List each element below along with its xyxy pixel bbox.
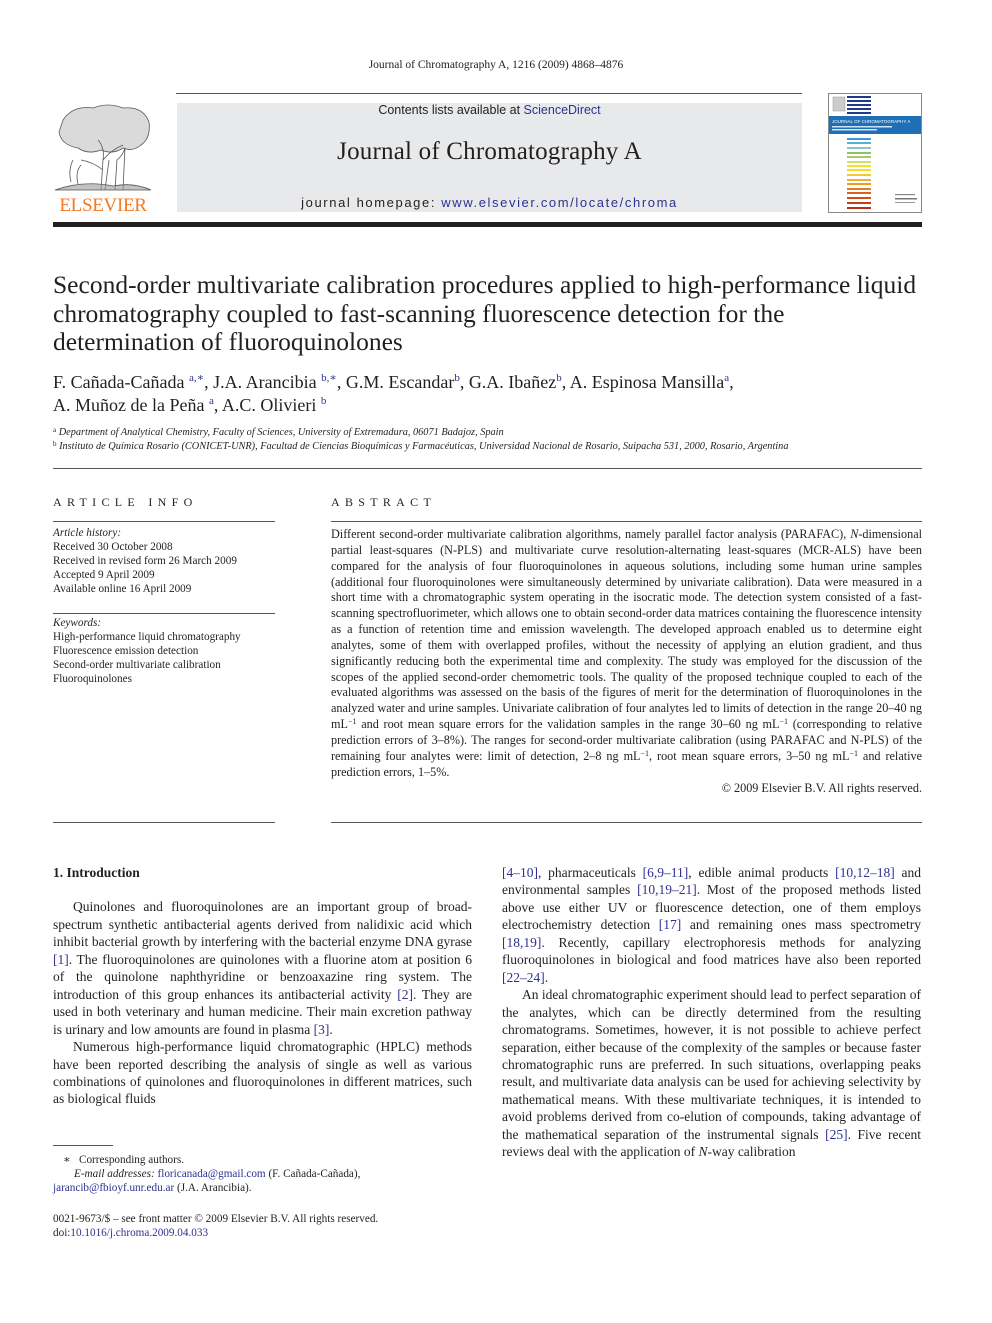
article-history: Article history: Received 30 October 200… xyxy=(53,526,278,596)
abstract-copyright: © 2009 Elsevier B.V. All rights reserved… xyxy=(721,780,922,795)
citation-link[interactable]: [6,9–11] xyxy=(643,865,689,880)
cover-title: JOURNAL OF CHROMATOGRAPHY A xyxy=(832,119,910,124)
citation-link[interactable]: [2] xyxy=(397,987,413,1002)
citation-link[interactable]: [1] xyxy=(53,952,69,967)
author-list: F. Cañada-Cañada a,∗, J.A. Arancibia b,∗… xyxy=(53,372,734,415)
author-affiliation-mark[interactable]: b xyxy=(321,395,327,407)
abstract-divider xyxy=(331,822,922,823)
front-matter-footer: 0021-9673/$ – see front matter © 2009 El… xyxy=(53,1212,483,1240)
article-info-divider xyxy=(53,822,275,823)
author[interactable]: G.A. Ibañezb xyxy=(469,372,562,392)
author[interactable]: A. Muñoz de la Peña a xyxy=(53,395,214,415)
footnote-rule xyxy=(53,1145,113,1146)
author[interactable]: A. Espinosa Mansillaa xyxy=(570,372,729,392)
contents-availability: Contents lists available at ScienceDirec… xyxy=(177,103,802,117)
journal-cover-icon: JOURNAL OF CHROMATOGRAPHY A xyxy=(829,96,921,209)
masthead-bottom-rule xyxy=(53,222,922,227)
keyword: Fluorescence emission detection xyxy=(53,645,199,658)
email-link[interactable]: floricanada@gmail.com xyxy=(157,1168,265,1180)
author[interactable]: J.A. Arancibia b,∗ xyxy=(213,372,337,392)
paragraph: Numerous high-performance liquid chromat… xyxy=(53,1039,472,1107)
running-head: Journal of Chromatography A, 1216 (2009)… xyxy=(368,59,624,71)
issn-line: 0021-9673/$ – see front matter © 2009 El… xyxy=(53,1213,379,1225)
affiliations: a Department of Analytical Chemistry, Fa… xyxy=(53,426,923,454)
citation-link[interactable]: [3] xyxy=(314,1022,330,1037)
citation-link[interactable]: [10,12–18] xyxy=(835,865,895,880)
email-note-continued: jarancib@fbioyf.unr.edu.ar (J.A. Arancib… xyxy=(53,1182,252,1195)
article-info-divider xyxy=(53,613,275,614)
keyword: High-performance liquid chromatography xyxy=(53,631,241,644)
author-affiliation-mark[interactable]: b,∗ xyxy=(321,372,337,384)
contents-prefix: Contents lists available at xyxy=(378,103,524,117)
citation-link[interactable]: [4–10] xyxy=(502,865,538,880)
abstract-divider xyxy=(331,521,922,522)
keywords-label: Keywords: xyxy=(53,617,102,629)
masthead-top-rule xyxy=(176,93,802,94)
keyword: Fluoroquinolones xyxy=(53,673,132,686)
abstract-text: Different second-order multivariate cali… xyxy=(331,527,923,779)
paragraph: An ideal chromatographic experiment shou… xyxy=(502,987,921,1160)
homepage-prefix: journal homepage: xyxy=(301,195,442,210)
author-affiliation-mark[interactable]: a xyxy=(209,395,214,407)
elsevier-logo[interactable]: ELSEVIER xyxy=(53,100,153,216)
footnotes: ∗ Corresponding authors. E-mail addresse… xyxy=(53,1153,483,1196)
email-note: E-mail addresses: floricanada@gmail.com … xyxy=(74,1168,361,1181)
body-column-right: [4–10], pharmaceuticals [6,9–11], edible… xyxy=(502,864,921,1161)
body-column-left: 1. Introduction Quinolones and fluoroqui… xyxy=(53,864,472,1108)
abstract-body: Different second-order multivariate cali… xyxy=(331,527,922,796)
paragraph: Quinolones and fluoroquinolones are an i… xyxy=(53,899,472,1037)
citation-link[interactable]: [10,19–21] xyxy=(637,882,697,897)
article-info-divider xyxy=(53,521,275,522)
history-item: Accepted 9 April 2009 xyxy=(53,569,155,582)
sciencedirect-link[interactable]: ScienceDirect xyxy=(524,103,601,117)
article-info-heading: ARTICLE INFO xyxy=(53,495,198,509)
affiliation: a Department of Analytical Chemistry, Fa… xyxy=(53,426,504,439)
abstract-heading: ABSTRACT xyxy=(331,495,437,509)
author[interactable]: F. Cañada-Cañada a,∗ xyxy=(53,372,204,392)
citation-link[interactable]: [25] xyxy=(825,1127,848,1142)
history-label: Article history: xyxy=(53,527,122,539)
history-item: Received 30 October 2008 xyxy=(53,541,173,554)
homepage-link[interactable]: www.elsevier.com/locate/chroma xyxy=(441,195,678,210)
header-divider xyxy=(53,468,922,469)
journal-title: Journal of Chromatography A xyxy=(337,138,642,165)
author-affiliation-mark[interactable]: b xyxy=(556,372,562,384)
author-affiliation-mark[interactable]: a xyxy=(724,372,729,384)
citation-link[interactable]: [22–24] xyxy=(502,970,545,985)
keywords: Keywords: High-performance liquid chroma… xyxy=(53,616,278,686)
section-heading: 1. Introduction xyxy=(53,865,140,880)
journal-cover-thumbnail[interactable]: JOURNAL OF CHROMATOGRAPHY A xyxy=(828,93,922,213)
history-item: Received in revised form 26 March 2009 xyxy=(53,555,237,568)
author-affiliation-mark[interactable]: a,∗ xyxy=(189,372,204,384)
journal-homepage: journal homepage: www.elsevier.com/locat… xyxy=(177,195,802,210)
affiliation: b Instituto de Química Rosario (CONICET-… xyxy=(53,440,789,453)
elsevier-wordmark: ELSEVIER xyxy=(59,195,147,216)
author-affiliation-mark[interactable]: b xyxy=(454,372,460,384)
doi-link[interactable]: 10.1016/j.chroma.2009.04.033 xyxy=(70,1227,208,1239)
article-title: Second-order multivariate calibration pr… xyxy=(53,270,917,356)
author[interactable]: A.C. Olivieri b xyxy=(222,395,327,415)
author[interactable]: G.M. Escandarb xyxy=(346,372,460,392)
elsevier-tree-icon xyxy=(54,104,152,191)
citation-link[interactable]: [18,19] xyxy=(502,935,541,950)
email-link[interactable]: jarancib@fbioyf.unr.edu.ar xyxy=(53,1182,174,1194)
doi-line: doi:10.1016/j.chroma.2009.04.033 xyxy=(53,1227,209,1240)
history-item: Available online 16 April 2009 xyxy=(53,583,192,596)
paragraph-continuation: [4–10], pharmaceuticals [6,9–11], edible… xyxy=(502,865,922,985)
citation-link[interactable]: [17] xyxy=(659,917,682,932)
corresponding-note: ∗ Corresponding authors. xyxy=(63,1154,185,1166)
keyword: Second-order multivariate calibration xyxy=(53,659,221,672)
